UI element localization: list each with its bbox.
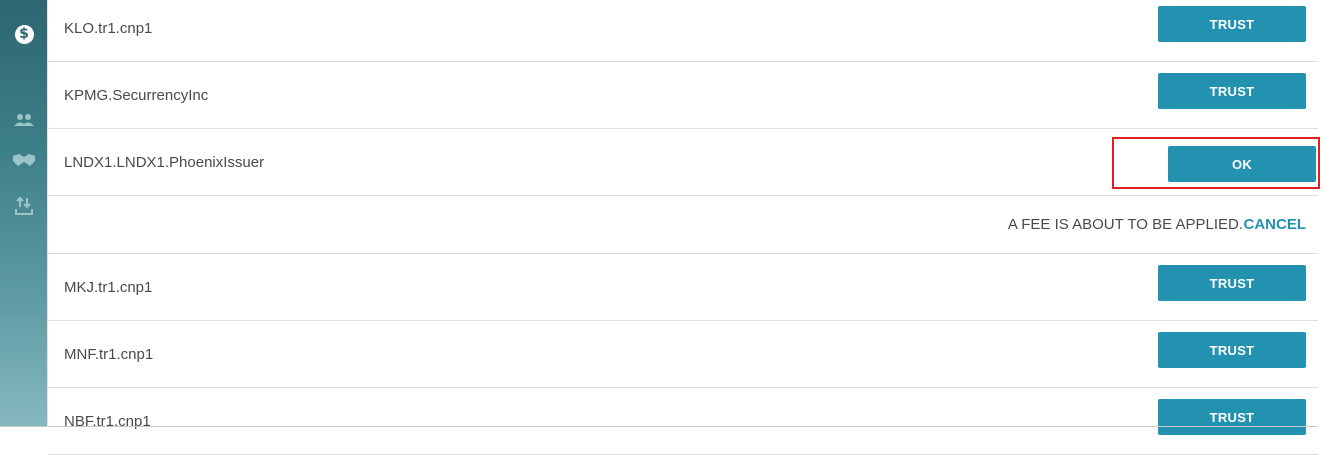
trust-button[interactable]: TRUST <box>1158 73 1306 109</box>
trust-button[interactable]: TRUST <box>1158 265 1306 301</box>
list-item-selected: LNDX1.LNDX1.PhoenixIssuer OK <box>48 130 1318 196</box>
entity-name: MKJ.tr1.cnp1 <box>64 279 153 296</box>
list-item: MKJ.tr1.cnp1 TRUST <box>48 255 1318 321</box>
fee-confirmation: A FEE IS ABOUT TO BE APPLIED. CANCEL <box>48 196 1318 254</box>
transfer-icon[interactable] <box>8 192 40 220</box>
fee-notice: A FEE IS ABOUT TO BE APPLIED. <box>1007 216 1243 233</box>
entity-name: MNF.tr1.cnp1 <box>64 346 154 363</box>
cancel-link[interactable]: CANCEL <box>1244 196 1307 254</box>
entity-name: LNDX1.LNDX1.PhoenixIssuer <box>64 154 265 171</box>
dollar-icon[interactable]: $ <box>8 20 40 48</box>
list-item: KPMG.SecurrencyInc TRUST <box>48 63 1318 129</box>
trust-button[interactable]: TRUST <box>1158 332 1306 368</box>
users-icon[interactable] <box>8 106 40 134</box>
entity-name: NBF.tr1.cnp1 <box>64 413 151 430</box>
sidebar: $ <box>0 0 47 427</box>
handshake-icon[interactable] <box>8 146 40 174</box>
entity-name: KLO.tr1.cnp1 <box>64 20 153 37</box>
dollar-symbol: $ <box>14 24 34 44</box>
ok-button[interactable]: OK <box>1168 146 1316 182</box>
trust-button[interactable]: TRUST <box>1158 6 1306 42</box>
list-item: MNF.tr1.cnp1 TRUST <box>48 322 1318 388</box>
trust-list: KLO.tr1.cnp1 TRUST KPMG.SecurrencyInc TR… <box>47 0 1318 455</box>
list-item: NBF.tr1.cnp1 TRUST <box>48 389 1318 455</box>
list-item: KLO.tr1.cnp1 TRUST <box>48 0 1318 62</box>
entity-name: KPMG.SecurrencyInc <box>64 87 209 104</box>
trust-button[interactable]: TRUST <box>1158 399 1306 435</box>
